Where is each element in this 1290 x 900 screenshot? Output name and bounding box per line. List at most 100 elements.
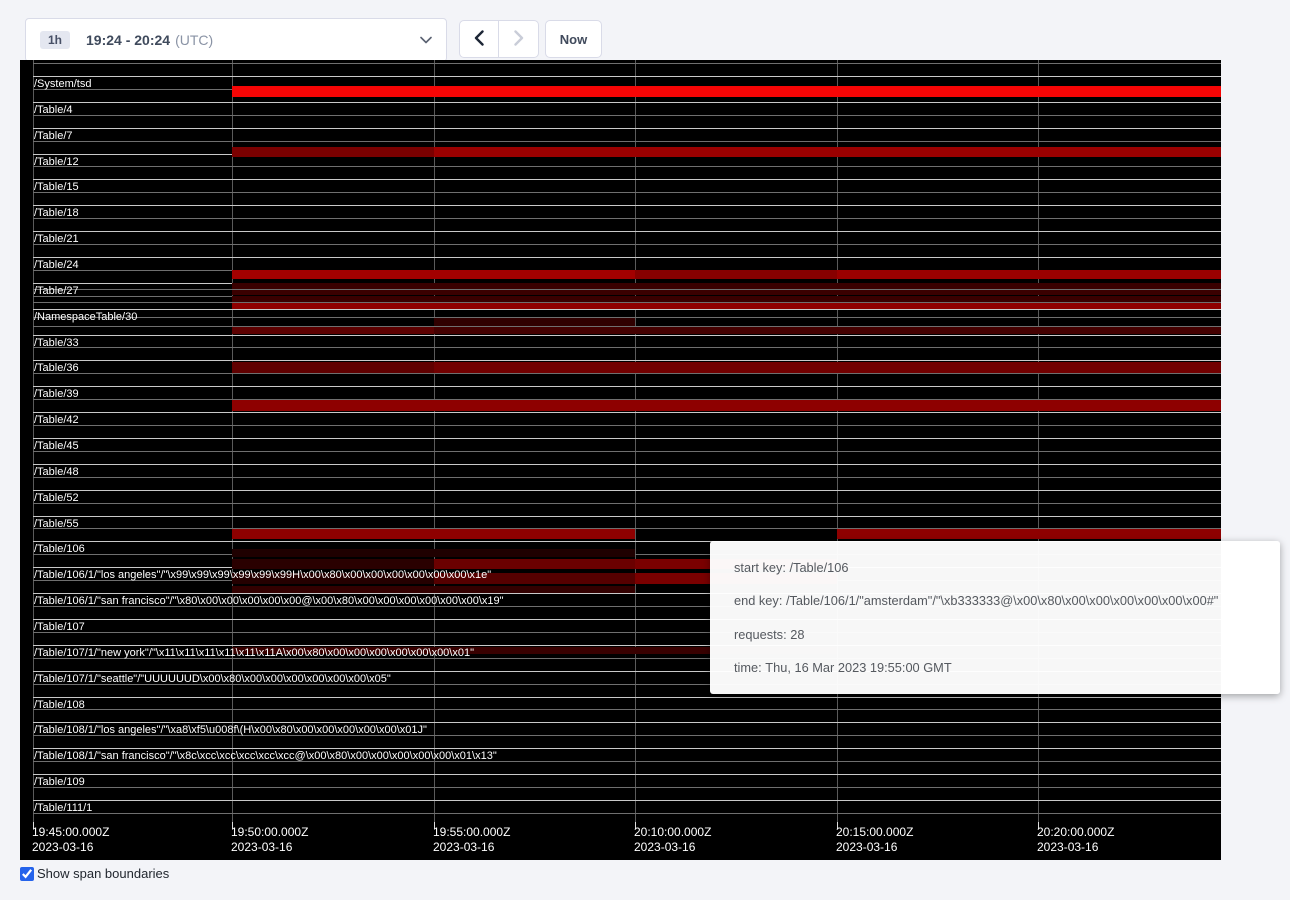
heat-band[interactable] — [635, 270, 837, 279]
horizontal-grid-line — [33, 128, 1221, 129]
heat-band[interactable] — [434, 559, 635, 569]
heat-band[interactable] — [232, 303, 1221, 309]
heat-band[interactable] — [837, 529, 1221, 539]
now-button[interactable]: Now — [545, 20, 602, 58]
horizontal-grid-line — [33, 787, 1221, 788]
show-span-boundaries-toggle[interactable]: Show span boundaries — [20, 866, 169, 881]
row-label: /System/tsd — [34, 78, 91, 90]
time-range-timezone: (UTC) — [175, 32, 213, 48]
row-label: /Table/42 — [34, 414, 79, 426]
horizontal-grid-line — [33, 115, 1221, 116]
show-span-boundaries-checkbox[interactable] — [20, 867, 34, 881]
row-label: /NamespaceTable/30 — [34, 311, 137, 323]
time-range-select[interactable]: 1h 19:24 - 20:24 (UTC) — [25, 18, 447, 62]
time-nav-group — [459, 20, 539, 58]
chevron-down-icon — [420, 36, 432, 44]
heat-band[interactable] — [232, 586, 635, 593]
horizontal-grid-line — [33, 477, 1221, 478]
tooltip-start-key: start key: /Table/106 — [734, 560, 1256, 575]
heat-band[interactable] — [837, 270, 1221, 279]
horizontal-grid-line — [33, 373, 1221, 374]
horizontal-grid-line — [33, 63, 1221, 64]
horizontal-grid-line — [33, 347, 1221, 348]
row-label: /Table/4 — [34, 104, 73, 116]
horizontal-grid-line — [33, 309, 1221, 310]
toolbar: 1h 19:24 - 20:24 (UTC) Now — [0, 0, 1290, 64]
vertical-grid-line — [1038, 60, 1039, 822]
horizontal-grid-line — [33, 464, 1221, 465]
horizontal-grid-line — [33, 503, 1221, 504]
show-span-boundaries-label: Show span boundaries — [37, 866, 169, 881]
horizontal-grid-line — [33, 490, 1221, 491]
horizontal-grid-line — [33, 774, 1221, 775]
row-label: /Table/55 — [34, 518, 79, 530]
row-label: /Table/27 — [34, 285, 79, 297]
chevron-left-icon — [474, 30, 484, 49]
row-label: /Table/24 — [34, 259, 79, 271]
heat-band[interactable] — [232, 529, 635, 539]
row-label: /Table/106/1/"los angeles"/"\x99\x99\x99… — [34, 569, 491, 581]
row-label: /Table/39 — [34, 388, 79, 400]
chevron-right-icon — [514, 30, 524, 49]
heat-band[interactable] — [232, 549, 635, 557]
row-label: /Table/108/1/"los angeles"/"\xa8\xf5\u00… — [34, 724, 427, 736]
x-axis-label: 19:50:00.000Z2023-03-16 — [231, 825, 308, 855]
vertical-grid-line — [635, 60, 636, 822]
heat-band[interactable] — [232, 559, 434, 569]
horizontal-grid-line — [33, 451, 1221, 452]
previous-interval-button[interactable] — [459, 20, 499, 58]
row-label: /Table/15 — [34, 181, 79, 193]
heat-band[interactable] — [434, 147, 1221, 157]
horizontal-grid-line — [33, 218, 1221, 219]
heat-band[interactable] — [232, 86, 1221, 97]
heat-band[interactable] — [434, 318, 635, 326]
range-tooltip: start key: /Table/106 end key: /Table/10… — [710, 541, 1280, 694]
heat-band[interactable] — [434, 362, 1221, 373]
horizontal-grid-line — [33, 205, 1221, 206]
horizontal-grid-line — [33, 438, 1221, 439]
row-label: /Table/108/1/"san francisco"/"\x8c\xcc\x… — [34, 750, 497, 762]
time-range-chip: 1h — [40, 31, 70, 49]
row-label: /Table/48 — [34, 466, 79, 478]
row-label: /Table/12 — [34, 156, 79, 168]
vertical-grid-line — [232, 60, 233, 822]
horizontal-grid-line — [33, 102, 1221, 103]
horizontal-grid-line — [33, 335, 1221, 336]
next-interval-button[interactable] — [499, 20, 539, 58]
time-range-label: 19:24 - 20:24 — [86, 32, 170, 48]
row-label: /Table/106/1/"san francisco"/"\x80\x00\x… — [34, 595, 504, 607]
heat-band[interactable] — [232, 296, 1221, 302]
heat-band[interactable] — [232, 290, 1221, 296]
tooltip-time: time: Thu, 16 Mar 2023 19:55:00 GMT — [734, 660, 1256, 675]
x-axis-label: 20:15:00.000Z2023-03-16 — [836, 825, 913, 855]
horizontal-grid-line — [33, 813, 1221, 814]
row-label: /Table/45 — [34, 440, 79, 452]
x-axis-label: 20:10:00.000Z2023-03-16 — [634, 825, 711, 855]
horizontal-grid-line — [33, 192, 1221, 193]
heat-band[interactable] — [434, 327, 1221, 335]
horizontal-grid-line — [33, 386, 1221, 387]
heat-band[interactable] — [232, 147, 434, 157]
key-visualizer-heatmap[interactable]: /System/tsd/Table/4/Table/7/Table/12/Tab… — [20, 60, 1221, 860]
heat-band[interactable] — [232, 327, 434, 335]
heat-band[interactable] — [232, 270, 635, 279]
row-label: /Table/36 — [34, 362, 79, 374]
horizontal-grid-line — [33, 425, 1221, 426]
vertical-grid-line — [434, 60, 435, 822]
horizontal-grid-line — [33, 257, 1221, 258]
heat-band[interactable] — [232, 400, 1221, 411]
horizontal-grid-line — [33, 231, 1221, 232]
horizontal-grid-line — [33, 166, 1221, 167]
heat-band[interactable] — [232, 362, 434, 373]
horizontal-grid-line — [33, 76, 1221, 77]
horizontal-grid-line — [33, 709, 1221, 710]
horizontal-grid-line — [33, 516, 1221, 517]
tooltip-requests: requests: 28 — [734, 627, 1256, 642]
x-axis-label: 19:55:00.000Z2023-03-16 — [433, 825, 510, 855]
row-label: /Table/109 — [34, 776, 85, 788]
x-axis-label: 19:45:00.000Z2023-03-16 — [32, 825, 109, 855]
row-label: /Table/106 — [34, 543, 85, 555]
horizontal-grid-line — [33, 179, 1221, 180]
heat-band[interactable] — [232, 283, 1221, 289]
row-label: /Table/108 — [34, 699, 85, 711]
